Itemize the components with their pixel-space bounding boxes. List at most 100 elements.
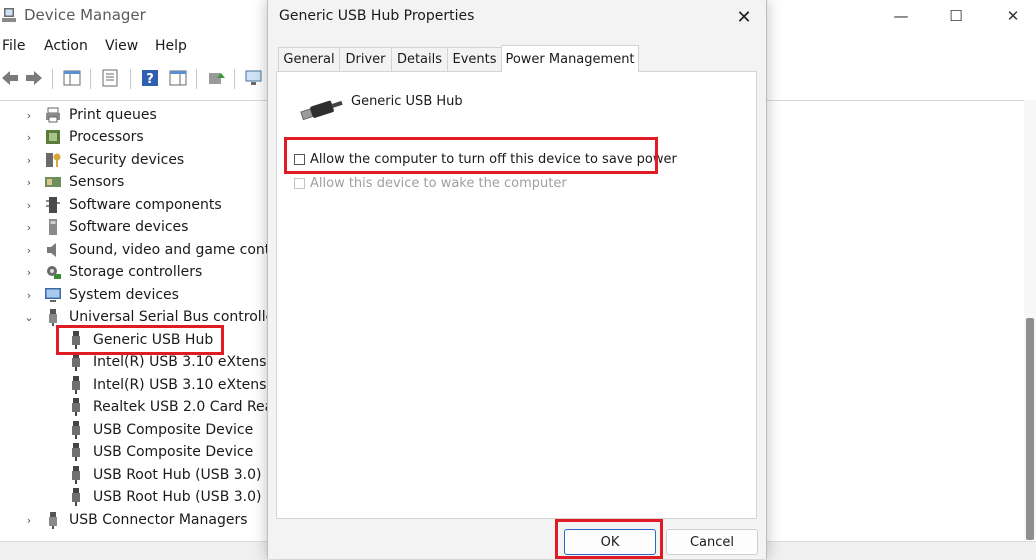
maximize-button[interactable]: ☐: [933, 0, 979, 32]
scan-hardware-icon[interactable]: [244, 68, 264, 88]
usb-device-icon: [72, 443, 80, 461]
usb-device-icon: [72, 466, 80, 484]
tree-device-item[interactable]: USB Composite Device: [0, 441, 267, 463]
processor-icon: [46, 130, 60, 144]
device-name: Generic USB Hub: [351, 94, 463, 109]
minimize-button[interactable]: —: [878, 0, 924, 32]
allow-wake-label: Allow this device to wake the computer: [310, 176, 567, 191]
usb-connector-icon: [49, 512, 57, 529]
chevron-right-icon[interactable]: ›: [24, 514, 34, 527]
tree-device-item[interactable]: USB Root Hub (USB 3.0): [0, 464, 267, 486]
allow-wake-option: Allow this device to wake the computer: [294, 176, 567, 191]
tree-device-item[interactable]: USB Composite Device: [0, 419, 267, 441]
cancel-button[interactable]: Cancel: [666, 529, 758, 555]
toolbar-separator: [130, 69, 131, 89]
chevron-right-icon[interactable]: ›: [24, 131, 34, 144]
security-device-icon: [46, 153, 61, 167]
chevron-right-icon[interactable]: ›: [24, 199, 34, 212]
tree-category[interactable]: › Processors: [0, 126, 267, 148]
tree-category[interactable]: › Sensors: [0, 171, 267, 193]
tree-category[interactable]: › Storage controllers: [0, 261, 267, 283]
tree-label: Software components: [69, 197, 222, 213]
tree-label: Processors: [69, 129, 144, 145]
printer-icon: [46, 107, 60, 123]
chevron-right-icon[interactable]: ›: [24, 266, 34, 279]
vertical-scrollbar[interactable]: [1024, 100, 1036, 540]
chevron-right-icon[interactable]: ›: [24, 176, 34, 189]
tree-device-item[interactable]: Realtek USB 2.0 Card Reade: [0, 396, 267, 418]
tree-label: USB Root Hub (USB 3.0): [93, 489, 262, 505]
tab-events[interactable]: Events: [447, 47, 502, 71]
svg-text:?: ?: [146, 72, 154, 87]
tree-category[interactable]: › Print queues: [0, 104, 267, 126]
tree-label: USB Composite Device: [93, 444, 254, 460]
help-icon[interactable]: ?: [140, 68, 160, 88]
menu-action[interactable]: Action: [44, 38, 88, 54]
tree-label: Print queues: [69, 107, 157, 123]
forward-arrow-icon[interactable]: [24, 68, 44, 88]
usb-cable-icon: [300, 100, 343, 121]
menu-file[interactable]: File: [2, 38, 25, 54]
highlight-box: [284, 137, 658, 174]
dialog-close-button[interactable]: ✕: [732, 5, 756, 29]
device-manager-icon: [2, 8, 16, 22]
chevron-right-icon[interactable]: ›: [24, 289, 34, 302]
chevron-right-icon[interactable]: ›: [24, 221, 34, 234]
power-management-panel: Generic USB Hub Allow the computer to tu…: [276, 71, 757, 519]
back-arrow-icon[interactable]: [0, 68, 20, 88]
window-title: Device Manager: [24, 6, 146, 24]
tree-device-item[interactable]: Intel(R) USB 3.10 eXtensible: [0, 374, 267, 396]
update-driver-icon[interactable]: [206, 68, 226, 88]
usb-device-icon: [72, 376, 80, 394]
tree-category[interactable]: › Security devices: [0, 149, 267, 171]
tree-label: USB Root Hub (USB 3.0): [93, 467, 262, 483]
minimize-icon: —: [893, 7, 909, 25]
tree-category[interactable]: › Sound, video and game contro: [0, 239, 267, 261]
chevron-right-icon[interactable]: ›: [24, 244, 34, 257]
tree-label: Sensors: [69, 174, 125, 190]
software-device-icon: [49, 219, 57, 235]
tree-category[interactable]: › Software devices: [0, 216, 267, 238]
toolbar-separator: [90, 69, 91, 89]
usb-device-icon: [72, 353, 80, 371]
usb-device-icon: [72, 488, 80, 506]
tree-label: Storage controllers: [69, 264, 203, 280]
usb-icon: [49, 309, 57, 326]
allow-wake-checkbox: [294, 178, 305, 189]
highlight-box: [56, 325, 224, 355]
tree-label: System devices: [69, 287, 179, 303]
show-hide-tree-icon[interactable]: [62, 68, 82, 88]
chevron-right-icon[interactable]: ›: [24, 154, 34, 167]
tree-label: Intel(R) USB 3.10 eXtensible: [93, 354, 267, 370]
chevron-down-icon[interactable]: ⌄: [24, 311, 34, 324]
menu-view[interactable]: View: [105, 38, 138, 54]
toolbar-separator: [52, 69, 53, 89]
tree-label: Realtek USB 2.0 Card Reade: [93, 399, 267, 415]
maximize-icon: ☐: [949, 7, 963, 25]
tree-label: Intel(R) USB 3.10 eXtensible: [93, 377, 267, 393]
close-icon: ✕: [736, 6, 752, 28]
tree-label: Sound, video and game contro: [69, 242, 267, 258]
tree-label: Universal Serial Bus controllers: [69, 309, 267, 325]
chevron-right-icon[interactable]: ›: [24, 109, 34, 122]
tree-label: USB Connector Managers: [69, 512, 248, 528]
tree-device-item[interactable]: USB Root Hub (USB 3.0): [0, 486, 267, 508]
scrollbar-thumb[interactable]: [1026, 318, 1034, 540]
properties-dialog: Generic USB Hub Properties ✕ General Dri…: [267, 0, 767, 559]
tree-category[interactable]: › USB Connector Managers: [0, 509, 267, 531]
tree-category[interactable]: › Software components: [0, 194, 267, 216]
storage-controller-icon: [47, 266, 61, 279]
action-pane-icon[interactable]: [168, 68, 188, 88]
tree-category[interactable]: › System devices: [0, 284, 267, 306]
tab-details[interactable]: Details: [391, 47, 448, 71]
tree-label: USB Composite Device: [93, 422, 254, 438]
properties-icon[interactable]: [100, 68, 120, 88]
tab-general[interactable]: General: [278, 47, 340, 71]
system-device-icon: [45, 288, 61, 302]
close-window-button[interactable]: ✕: [990, 0, 1036, 32]
usb-device-icon: [72, 398, 80, 416]
menu-help[interactable]: Help: [155, 38, 187, 54]
tab-driver[interactable]: Driver: [339, 47, 392, 71]
tree-label: Security devices: [69, 152, 185, 168]
tab-power-management[interactable]: Power Management: [501, 45, 639, 72]
